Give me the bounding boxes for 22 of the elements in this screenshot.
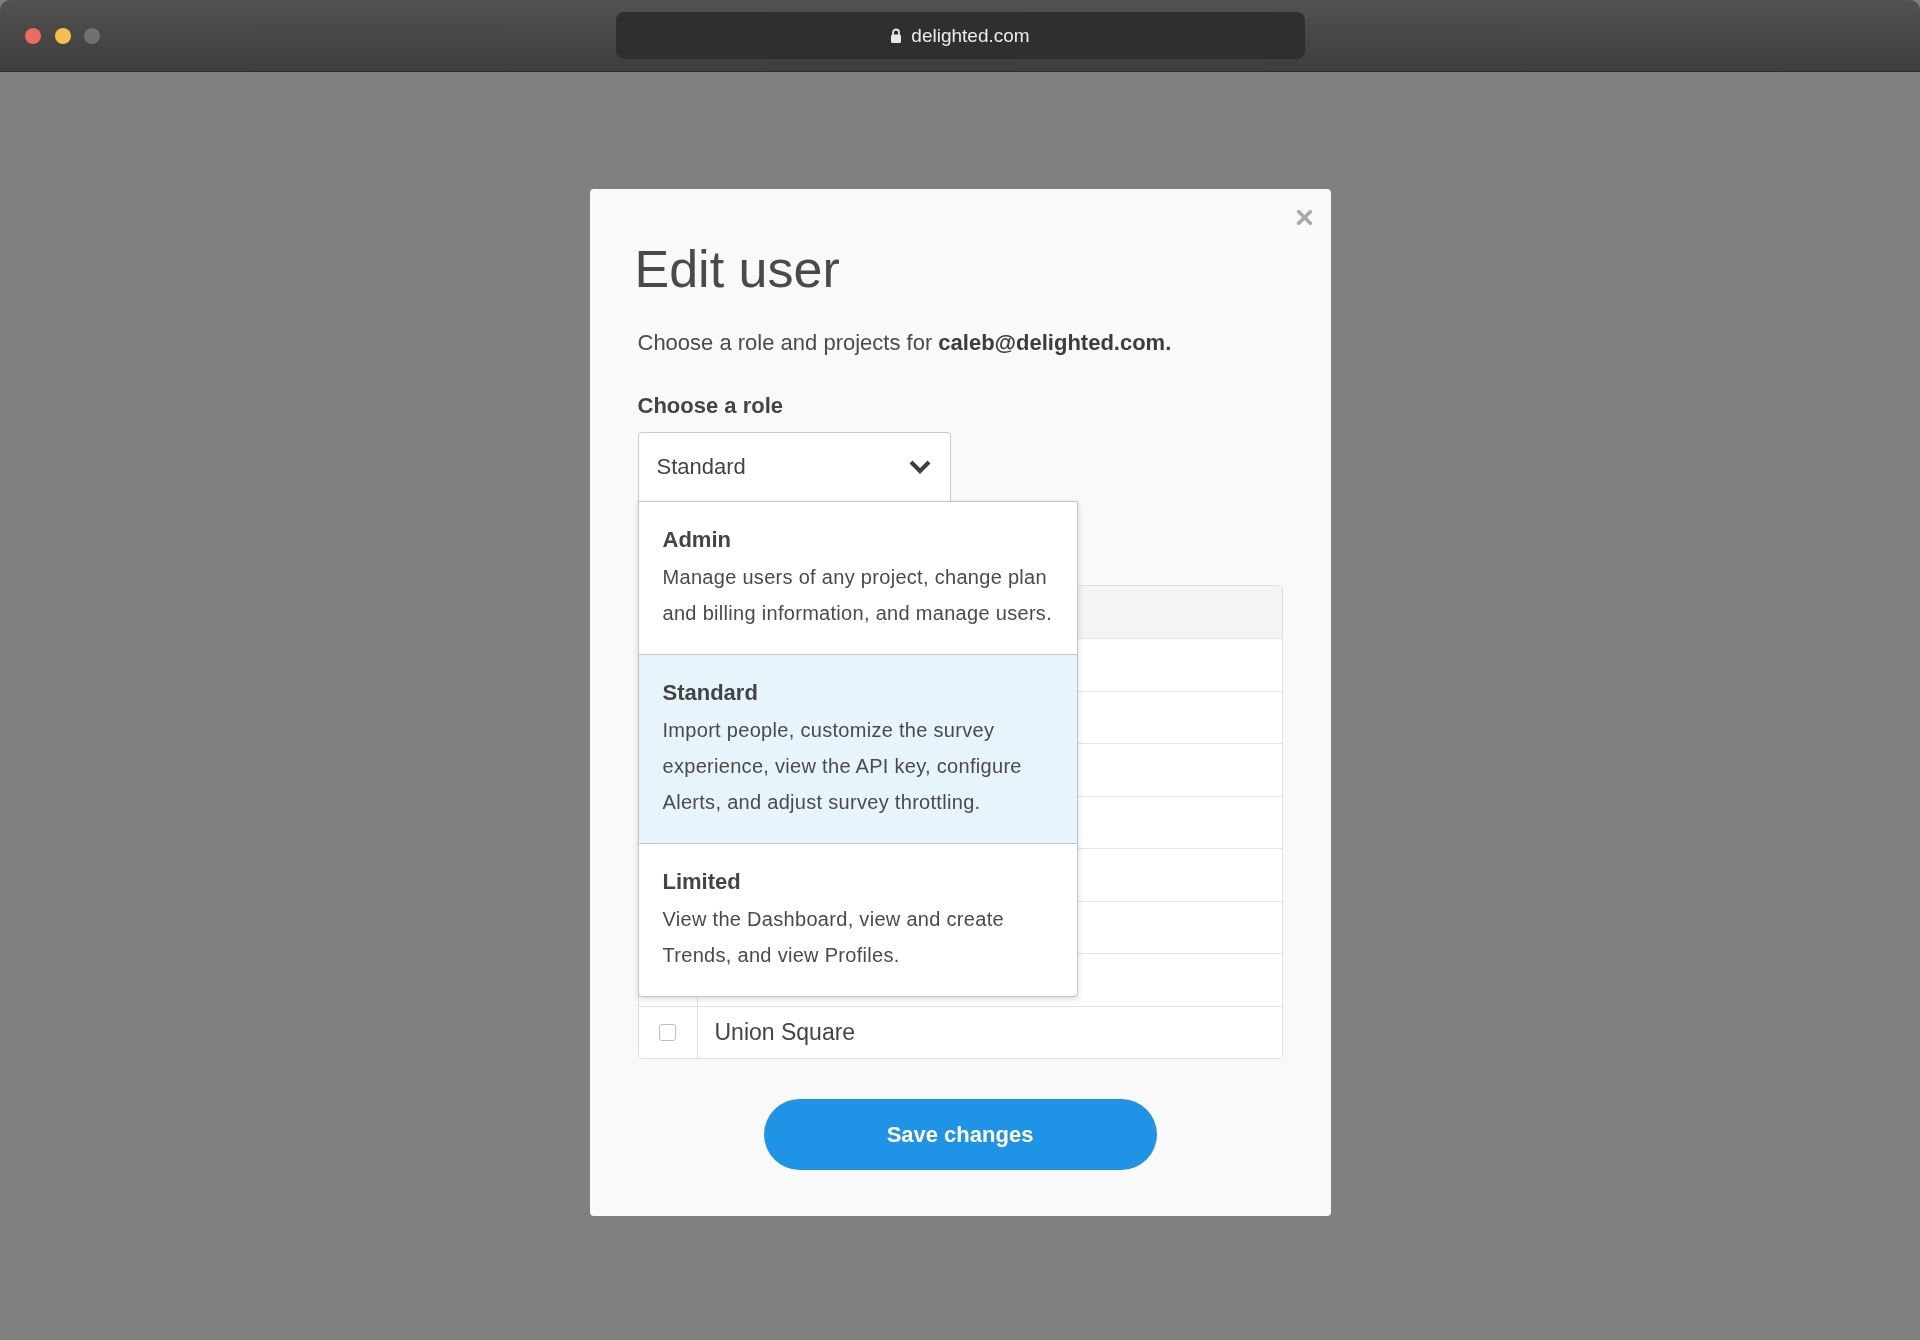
option-title: Standard [662,679,759,707]
dialog-title: Edit user [634,239,841,300]
window-zoom-icon[interactable] [84,27,100,44]
close-icon[interactable] [1295,209,1313,226]
option-description: Import people, customize the survey experience, view the API key, configure Alerts, and adjust survey throttling. [662,718,1023,815]
table-cell-text: Union Square [713,1017,857,1047]
checkbox[interactable] [659,1023,676,1041]
role-select[interactable]: Standard [637,432,951,502]
role-option[interactable]: Admin Manage users of any project, change plan and billing information, and manage users. [638,502,1077,654]
role-option[interactable]: Limited View the Dashboard, view and create Trends, and view Profiles. [638,843,1077,996]
option-description: View the Dashboard, view and create Trends, and view Profiles. [662,907,1005,968]
role-option[interactable]: Standard Import people, customize the survey experience, view the API key, configure Alerts, and adjust survey throttling. [638,654,1077,843]
field-label: Choose a role [637,392,784,420]
option-title: Admin [662,526,732,554]
address-bar[interactable]: delighted.com [615,12,1305,59]
chevron-down-icon [907,459,932,475]
option-description: Manage users of any project, change plan and billing information, and manage users. [662,565,1053,626]
intro-text: Choose a role and projects for caleb@delighted.com. [637,329,1173,357]
option-title: Limited [662,868,742,896]
lock-icon [890,28,903,43]
window-close-icon[interactable] [25,27,41,44]
window-minimize-icon[interactable] [54,27,71,44]
